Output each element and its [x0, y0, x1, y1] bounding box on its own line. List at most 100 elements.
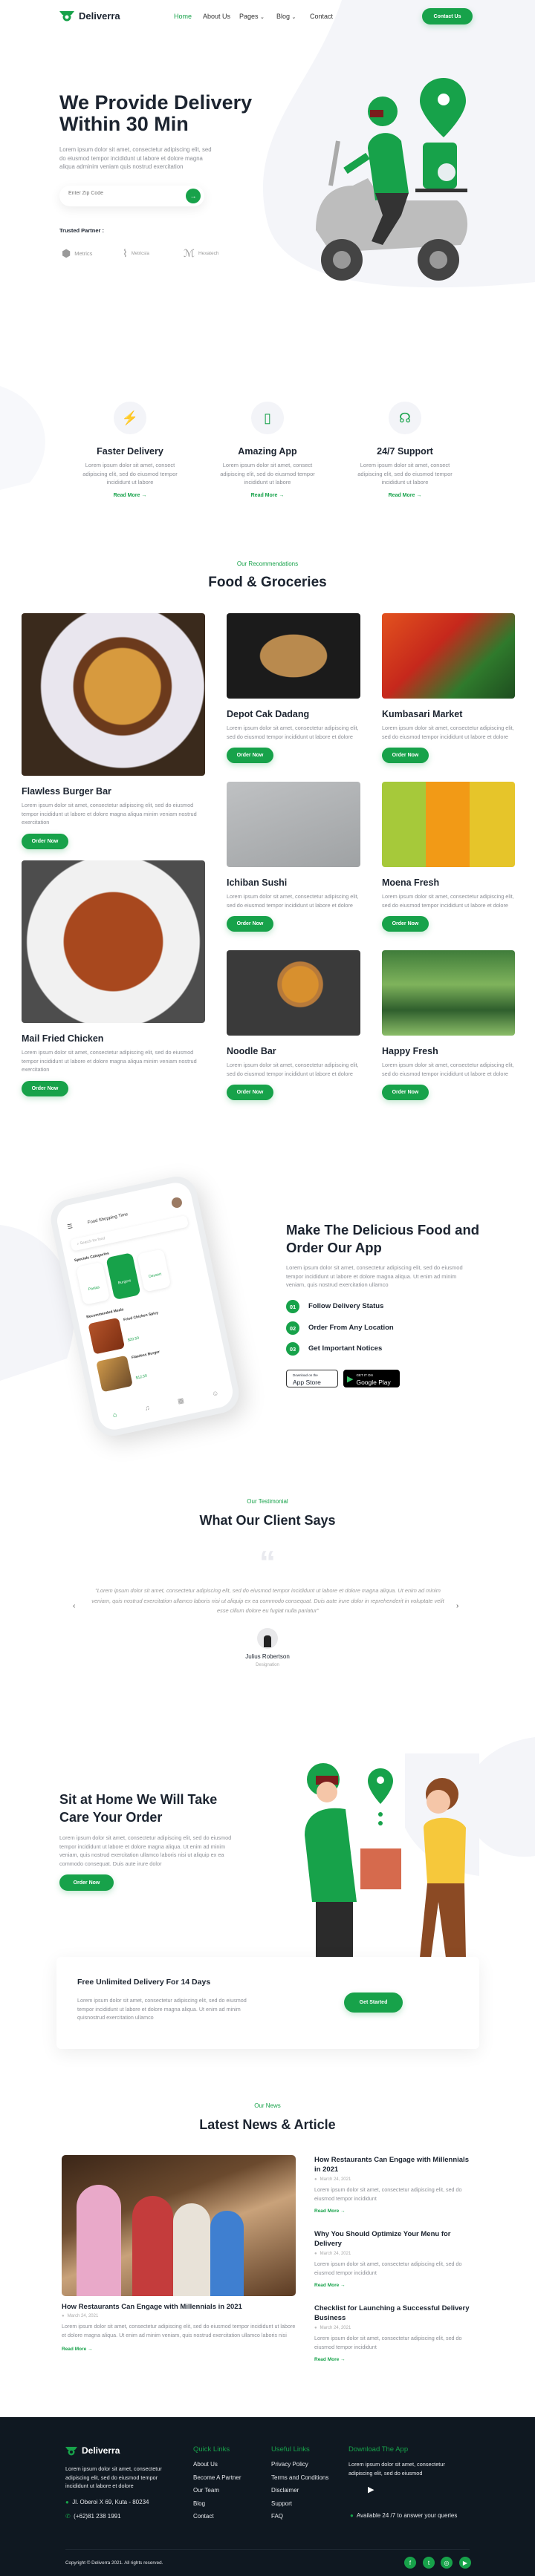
footer-link-terms-and-conditions[interactable]: Terms and Conditions — [271, 2474, 328, 2481]
nav-blog[interactable]: Blog ⌄ — [276, 13, 296, 20]
food-image[interactable] — [227, 950, 360, 1036]
order-now-button[interactable]: Order Now — [382, 1085, 429, 1100]
submit-arrow-button[interactable]: → — [186, 189, 201, 203]
food-image[interactable] — [22, 613, 205, 776]
read-more-link[interactable]: Read More → — [314, 2357, 470, 2362]
read-more-link[interactable]: Read More → — [62, 2347, 296, 2352]
phone-meal-image — [88, 1317, 126, 1355]
news-item: Why You Should Optimize Your Menu for De… — [314, 2229, 470, 2288]
footer-logo[interactable]: Deliverra — [65, 2445, 120, 2456]
testimonial-title: What Our Client Says — [199, 1513, 336, 1528]
footer-link-contact[interactable]: Contact — [193, 2513, 214, 2520]
instagram-icon[interactable]: ◎ — [441, 2557, 453, 2569]
contact-us-button[interactable]: Contact Us — [422, 8, 473, 24]
read-more-link[interactable]: Read More → — [314, 2209, 470, 2214]
read-more-link[interactable]: Read More → — [212, 493, 323, 498]
footer-link-support[interactable]: Support — [271, 2500, 292, 2507]
read-more-link[interactable]: Read More → — [74, 493, 186, 498]
prev-arrow-icon[interactable]: ‹ — [73, 1602, 75, 1610]
nav-pages[interactable]: Pages ⌄ — [239, 13, 265, 20]
delivery-handoff-illustration — [305, 1753, 479, 1958]
read-more-link[interactable]: Read More → — [349, 493, 461, 498]
feature-card: ⚡ Faster Delivery Lorem ipsum dolor sit am… — [74, 402, 186, 498]
food-image[interactable] — [22, 860, 205, 1023]
home-order-button[interactable]: Order Now — [59, 1874, 114, 1891]
availability-text: Available 24 /7 to answer your queries — [356, 2512, 458, 2519]
phone-category: Dessert — [137, 1249, 171, 1292]
footer-link-faq[interactable]: FAQ — [271, 2513, 283, 2520]
food-image[interactable] — [227, 613, 360, 699]
appstore-small: Download on the — [293, 1373, 318, 1377]
user-icon: ☺ — [211, 1389, 220, 1398]
home-text: Lorem ipsum dolor sit amet, consectetur … — [59, 1834, 232, 1867]
twitter-icon[interactable]: t — [423, 2557, 435, 2569]
app-text: Lorem ipsum dolor sit amet, consectetur … — [286, 1264, 463, 1288]
food-image[interactable] — [382, 782, 515, 867]
food-text: Lorem ipsum dolor sit amet, consectetur … — [22, 802, 197, 826]
footer-phone: ✆ (+62)81 238 1991 — [65, 2513, 121, 2520]
news-headline[interactable]: How Restaurants Can Engage with Millenni… — [314, 2155, 470, 2174]
order-now-button[interactable]: Order Now — [22, 1080, 68, 1096]
food-card: Flawless Burger Bar Lorem ipsum dolor sit… — [22, 613, 205, 849]
logo[interactable]: Deliverra — [59, 10, 120, 22]
news-headline[interactable]: How Restaurants Can Engage with Millenni… — [62, 2303, 296, 2311]
arrow-right-icon: → — [339, 2357, 346, 2362]
news-date: March 24, 2021 — [62, 2314, 296, 2318]
useful-links-title: Useful Links — [271, 2445, 310, 2454]
footer-brand: Deliverra — [82, 2445, 120, 2456]
order-now-button[interactable]: Order Now — [227, 1085, 273, 1100]
food-card: Happy Fresh Lorem ipsum dolor sit amet, c… — [382, 950, 515, 1100]
google-play-button[interactable]: ▶ GET IT ON Google Play — [343, 1370, 400, 1387]
nav-about[interactable]: About Us — [203, 13, 230, 20]
feature-card: ▯ Amazing App Lorem ipsum dolor sit amet, … — [212, 402, 323, 498]
next-arrow-icon[interactable]: › — [456, 1602, 458, 1610]
metrics-logo-icon: ⬢ — [62, 247, 71, 259]
lightning-icon: ⚡ — [114, 402, 146, 434]
order-now-button[interactable]: Order Now — [227, 916, 273, 932]
footer-link-become-a-partner[interactable]: Become A Partner — [193, 2474, 241, 2481]
food-text: Lorem ipsum dolor sit amet, consectetur … — [382, 1062, 514, 1077]
food-image[interactable] — [382, 613, 515, 699]
youtube-icon[interactable]: ▶ — [459, 2557, 471, 2569]
client-name: Julius Robertson — [245, 1653, 290, 1660]
client-role: Designation — [256, 1663, 279, 1667]
read-more-link[interactable]: Read More → — [314, 2283, 470, 2288]
food-text: Lorem ipsum dolor sit amet, consectetur … — [227, 893, 359, 909]
featured-news-image[interactable] — [62, 2155, 296, 2296]
footer-link-privacy-policy[interactable]: Privacy Policy — [271, 2461, 308, 2468]
footer-link-about-us[interactable]: About Us — [193, 2461, 218, 2468]
app-store-button[interactable]: Download on the App Store — [286, 1370, 338, 1387]
news-headline[interactable]: Why You Should Optimize Your Menu for De… — [314, 2229, 470, 2249]
google-play-icon[interactable]: ▶ — [368, 2485, 374, 2494]
facebook-icon[interactable]: f — [404, 2557, 416, 2569]
news-date: March 24, 2021 — [314, 2252, 470, 2256]
nav-home[interactable]: Home — [174, 13, 192, 20]
news-text: Lorem ipsum dolor sit amet, consectetur … — [314, 2186, 462, 2202]
read-more-label: Read More — [388, 492, 415, 498]
step-number: 01 — [286, 1300, 299, 1313]
footer-app-text: Lorem ipsum dolor sit amet, consectetur … — [348, 2461, 445, 2477]
hero-title: We Provide Delivery Within 30 Min — [59, 92, 252, 135]
order-now-button[interactable]: Order Now — [382, 916, 429, 932]
feature-text: Lorem ipsum dolor sit amet, consect adip… — [220, 462, 315, 486]
phone-header: Food Shopping Time — [87, 1212, 129, 1226]
food-image[interactable] — [227, 782, 360, 867]
order-now-button[interactable]: Order Now — [227, 748, 273, 763]
get-started-button[interactable]: Get Started — [344, 1993, 403, 2013]
footer-link-our-team[interactable]: Our Team — [193, 2487, 219, 2494]
zip-input[interactable] — [68, 191, 172, 196]
nav-contact[interactable]: Contact — [310, 13, 333, 20]
order-now-button[interactable]: Order Now — [382, 748, 429, 763]
news-text: Lorem ipsum dolor sit amet, consectetur … — [314, 2335, 462, 2350]
phone-category: Pastas — [76, 1262, 110, 1305]
food-name: Depot Cak Dadang — [227, 709, 310, 719]
news-headline[interactable]: Checklist for Launching a Successful Del… — [314, 2304, 470, 2323]
calendar-icon: ▦ — [177, 1396, 185, 1405]
partner-name: Hexatech — [198, 251, 219, 256]
feature-text: Lorem ipsum dolor sit amet, consect adip… — [82, 462, 178, 486]
footer-link-disclaimer[interactable]: Disclaimer — [271, 2487, 299, 2494]
food-image[interactable] — [382, 950, 515, 1036]
order-now-button[interactable]: Order Now — [22, 833, 68, 849]
footer-link-blog[interactable]: Blog — [193, 2500, 205, 2507]
news-item: Checklist for Launching a Successful Del… — [314, 2304, 470, 2362]
